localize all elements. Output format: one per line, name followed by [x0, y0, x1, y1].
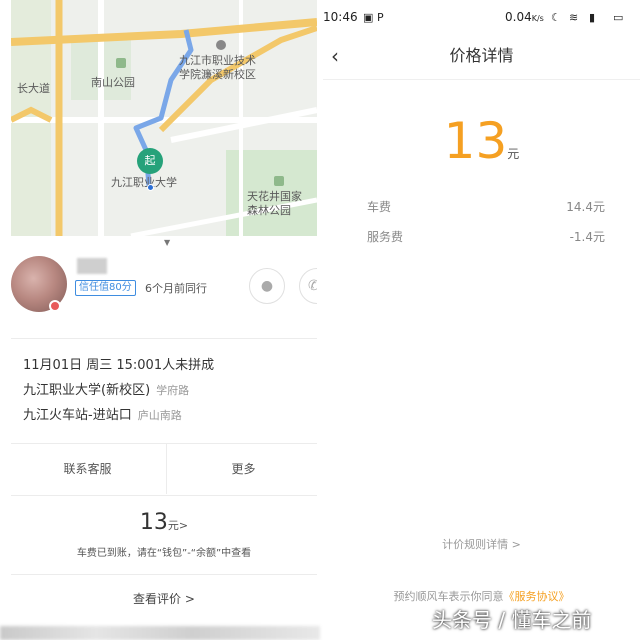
map-forest-label: 天花井国家森林公园 [247, 190, 302, 217]
ride-history-text: 6个月前同行 [145, 282, 207, 295]
contact-service-button[interactable]: 联系客服 [11, 444, 164, 494]
watermark-text: 头条号 / 懂车之前 [432, 608, 592, 632]
agreement-text: 预约顺风车表示你同意 [393, 590, 504, 603]
fare-row: 车费 14.4元 [367, 198, 605, 215]
destination-road: 庐山南路 [137, 409, 182, 422]
trip-datetime: 11月01日 周三 15:00 [23, 358, 154, 373]
map-park-label: 南山公园 [91, 76, 135, 89]
wifi-icon: ≋ [569, 11, 579, 24]
network-speed: 0.04K/s [505, 10, 544, 24]
blurred-footer [0, 626, 320, 640]
map-college-label: 九江市职业技术学院濂溪新校区 [179, 54, 256, 81]
fare-amount: 13 [139, 510, 168, 535]
trip-status: 1人未拼成 [153, 358, 215, 373]
status-bar: 10:46 ▣ P 0.04K/s ☾ ≋ ▮ ▭ [323, 10, 640, 28]
trip-origin: 九江职业大学(新校区) 学府路 [23, 379, 189, 398]
map-university-label: 九江职业大学 [111, 176, 177, 189]
driver-card: 信任值80分 6个月前同行 ● ✆ [11, 250, 317, 336]
fare-note: 车费已到账，请在“钱包”-“余额”中查看 [76, 548, 252, 559]
collapse-arrow-icon[interactable]: ▼ [164, 238, 170, 247]
more-button[interactable]: 更多 [167, 444, 317, 494]
route-map[interactable]: 长大道 南山公园 九江市职业技术学院濂溪新校区 九江职业大学 天花井国家森林公园… [11, 0, 317, 236]
status-time: 10:46 [323, 10, 358, 24]
signal-icon: ▮ [589, 11, 596, 24]
total-price-unit: 元 [507, 147, 520, 161]
header-divider [323, 79, 640, 80]
moon-icon: ☾ [551, 11, 561, 24]
trip-destination: 九江火车站-进站口 庐山南路 [23, 404, 182, 423]
fare-unit: 元 [167, 519, 179, 532]
credit-score-badge: 信任值80分 [75, 280, 136, 296]
fare-amount-line: 13元> [11, 510, 317, 535]
fare-chevron-icon: > [178, 519, 189, 532]
driver-name-redacted [77, 258, 107, 274]
section-divider [11, 338, 317, 339]
order-detail-panel: 长大道 南山公园 九江市职业技术学院濂溪新校区 九江职业大学 天花井国家森林公园… [11, 0, 317, 640]
parking-icon: P [377, 11, 384, 24]
gallery-icon: ▣ [363, 11, 374, 24]
section-divider [11, 574, 317, 575]
action-bar: 联系客服 更多 [11, 444, 317, 494]
pricing-rules-link[interactable]: 计价规则详情 > [323, 536, 640, 552]
evaluation-label: 查看评价 [133, 592, 182, 606]
destination-name: 九江火车站-进站口 [23, 408, 132, 423]
view-evaluation-link[interactable]: 查看评价 > [11, 590, 317, 607]
chat-button[interactable]: ● [249, 268, 285, 304]
total-price: 13元 [323, 112, 640, 170]
origin-name: 九江职业大学(新校区) [23, 383, 151, 398]
agreement-notice: 预约顺风车表示你同意《服务协议》 [323, 588, 640, 604]
gender-badge-icon [49, 300, 61, 312]
phone-icon: ✆ [308, 278, 317, 294]
map-road-label: 长大道 [17, 82, 50, 96]
chat-bubble-icon: ● [260, 278, 274, 294]
service-fee-label: 服务费 [367, 230, 404, 244]
price-detail-screen: 10:46 ▣ P 0.04K/s ☾ ≋ ▮ ▭ ‹ 价格详情 13元 车费 … [323, 0, 640, 640]
service-agreement-link[interactable]: 《服务协议》 [504, 590, 570, 603]
location-dot-icon [147, 184, 154, 191]
service-fee-row: 服务费 -1.4元 [367, 228, 605, 245]
trip-datetime-line: 11月01日 周三 15:001人未拼成 [23, 354, 214, 373]
phone-button[interactable]: ✆ [299, 268, 317, 304]
origin-road: 学府路 [156, 384, 190, 397]
start-pin-icon[interactable]: 起 [137, 148, 163, 174]
page-title: 价格详情 [449, 46, 514, 65]
fare-row-label: 车费 [367, 200, 392, 214]
battery-icon: ▭ [613, 11, 624, 24]
evaluation-chevron-icon: > [184, 592, 195, 606]
total-price-amount: 13 [443, 112, 508, 170]
fare-summary[interactable]: 13元> 车费已到账，请在“钱包”-“余额”中查看 [11, 496, 317, 572]
fare-row-value: 14.4元 [566, 200, 605, 214]
service-fee-value: -1.4元 [569, 230, 605, 244]
